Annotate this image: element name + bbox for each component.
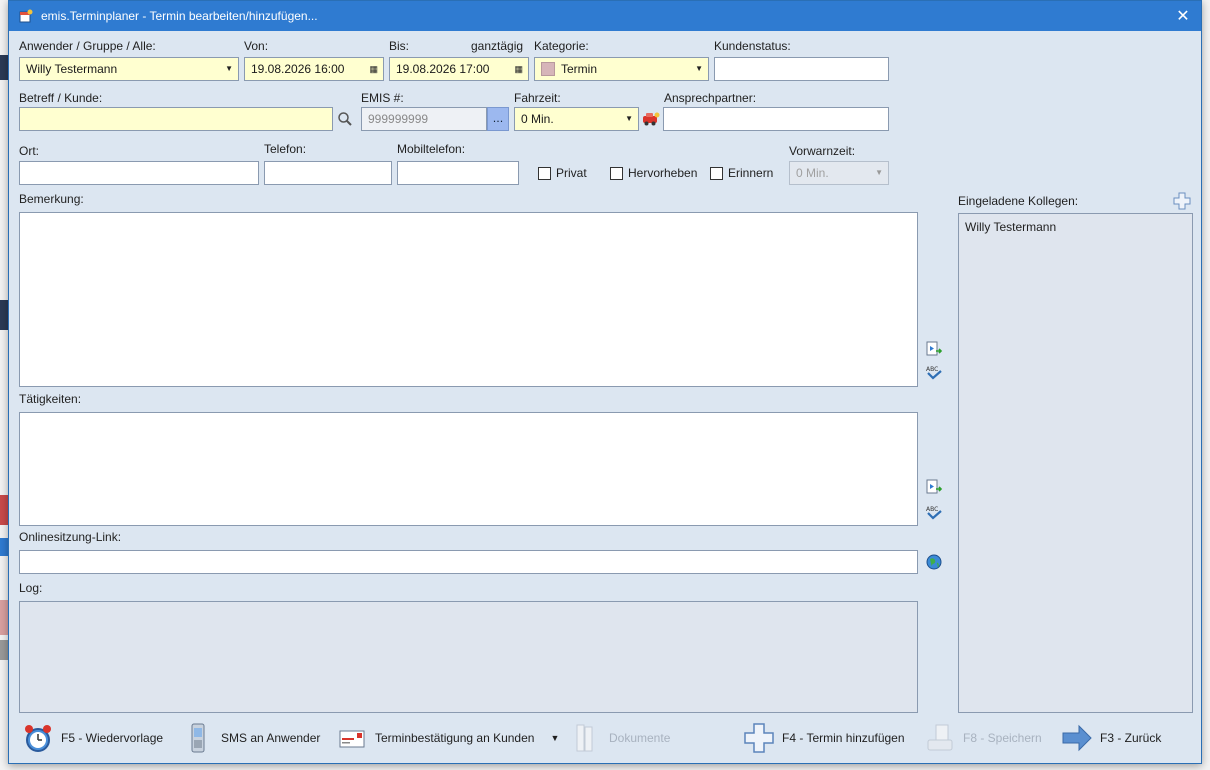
vorwarnzeit-value: 0 Min. (796, 166, 829, 180)
wiedervorlage-button[interactable]: F5 - Wiedervorlage (21, 719, 163, 757)
fahrzeit-value: 0 Min. (521, 112, 554, 126)
speichern-button[interactable]: F8 - Speichern (923, 719, 1042, 757)
dokumente-label: Dokumente (609, 731, 671, 745)
privat-label[interactable]: Privat (556, 166, 587, 180)
vorwarnzeit-label: Vorwarnzeit: (789, 144, 856, 158)
von-label: Von: (244, 39, 269, 53)
von-datetime[interactable]: 19.08.2026 16:00 ▦ (244, 57, 384, 81)
bemerkung-textarea[interactable] (19, 212, 918, 387)
kollegen-list[interactable]: Willy Testermann (958, 213, 1193, 713)
telefon-label: Telefon: (264, 142, 307, 156)
emis-label: EMIS #: (361, 91, 404, 105)
mail-letter-icon (339, 730, 365, 748)
betreff-input[interactable] (19, 107, 333, 131)
hervorheben-label[interactable]: Hervorheben (628, 166, 697, 180)
ansprechpartner-label: Ansprechpartner: (664, 91, 757, 105)
hervorheben-checkbox[interactable] (610, 167, 623, 180)
zurueck-button[interactable]: F3 - Zurück (1060, 719, 1161, 757)
category-color-swatch (541, 61, 555, 76)
terminbestaetigung-button[interactable]: Terminbestätigung an Kunden ▼ (335, 719, 559, 757)
chevron-down-icon: ▼ (875, 168, 883, 177)
kundenstatus-field[interactable] (714, 57, 889, 81)
privat-checkbox[interactable] (538, 167, 551, 180)
log-label: Log: (19, 581, 43, 595)
dokumente-button[interactable]: Dokumente (569, 719, 670, 757)
close-icon[interactable]: ✕ (1173, 6, 1193, 26)
window-title: emis.Terminplaner - Termin bearbeiten/hi… (41, 9, 318, 23)
von-value: 19.08.2026 16:00 (251, 62, 345, 76)
spellcheck-icon[interactable]: ABC (925, 364, 943, 382)
svg-text:ABC: ABC (926, 506, 938, 513)
terminbestaetigung-label: Terminbestätigung an Kunden (375, 731, 535, 745)
plus-icon (744, 723, 774, 753)
car-icon[interactable] (642, 111, 660, 127)
calendar-icon[interactable]: ▦ (369, 58, 378, 80)
kundenstatus-label: Kundenstatus: (714, 39, 791, 53)
save-disk-icon (927, 724, 953, 751)
app-icon (19, 9, 33, 23)
ganztaegig-label[interactable]: ganztägig (471, 39, 523, 53)
taetigkeiten-label: Tätigkeiten: (19, 392, 82, 406)
eingeladene-label: Eingeladene Kollegen: (958, 194, 1079, 208)
erinnern-checkbox[interactable] (710, 167, 723, 180)
betreff-label: Betreff / Kunde: (19, 91, 103, 105)
add-colleague-icon[interactable] (1173, 192, 1191, 210)
emis-input[interactable]: 999999999 (361, 107, 487, 131)
mobiltelefon-input[interactable] (397, 161, 519, 185)
taetigkeiten-textarea[interactable] (19, 412, 918, 526)
telefon-input[interactable] (264, 161, 392, 185)
chevron-down-icon: ▼ (225, 64, 233, 73)
mobile-phone-icon (191, 723, 205, 753)
dialog-window: emis.Terminplaner - Termin bearbeiten/hi… (8, 0, 1202, 764)
termin-hinzufuegen-button[interactable]: F4 - Termin hinzufügen (742, 719, 905, 757)
bis-datetime[interactable]: 19.08.2026 17:00 ▦ (389, 57, 529, 81)
chevron-down-icon[interactable]: ▼ (550, 733, 559, 743)
vorwarnzeit-select[interactable]: 0 Min. ▼ (789, 161, 889, 185)
sms-label: SMS an Anwender (221, 731, 321, 745)
kategorie-select[interactable]: Termin ▼ (534, 57, 709, 81)
anwender-label: Anwender / Gruppe / Alle: (19, 39, 156, 53)
list-item[interactable]: Willy Testermann (965, 220, 1056, 234)
ort-label: Ort: (19, 144, 39, 158)
chevron-down-icon: ▼ (625, 114, 633, 123)
kategorie-label: Kategorie: (534, 39, 589, 53)
mobiltelefon-label: Mobiltelefon: (397, 142, 466, 156)
wiedervorlage-label: F5 - Wiedervorlage (61, 731, 164, 745)
calendar-icon[interactable]: ▦ (514, 58, 523, 80)
fahrzeit-label: Fahrzeit: (514, 91, 561, 105)
arrow-right-icon (1062, 724, 1092, 752)
log-area (19, 601, 918, 713)
kategorie-value: Termin (561, 62, 598, 76)
ort-input[interactable] (19, 161, 259, 185)
svg-text:ABC: ABC (926, 366, 938, 373)
title-bar: emis.Terminplaner - Termin bearbeiten/hi… (9, 1, 1201, 31)
folder-icon (576, 724, 593, 752)
emis-browse-button[interactable]: ... (487, 107, 509, 131)
ansprechpartner-input[interactable] (663, 107, 889, 131)
termin-hinzufuegen-label: F4 - Termin hinzufügen (782, 731, 905, 745)
anwender-value: Willy Testermann (26, 62, 118, 76)
bis-label: Bis: (389, 39, 410, 53)
insert-text-icon[interactable] (925, 340, 943, 358)
zurueck-label: F3 - Zurück (1100, 731, 1162, 745)
fahrzeit-select[interactable]: 0 Min. ▼ (514, 107, 639, 131)
spellcheck-icon[interactable]: ABC (925, 504, 943, 522)
onlinesitzung-label: Onlinesitzung-Link: (19, 530, 122, 544)
search-icon[interactable] (337, 111, 353, 127)
onlinesitzung-input[interactable] (19, 550, 918, 574)
bemerkung-label: Bemerkung: (19, 192, 84, 206)
alarm-clock-icon (25, 725, 51, 752)
erinnern-label[interactable]: Erinnern (728, 166, 773, 180)
insert-text-icon[interactable] (925, 478, 943, 496)
globe-icon[interactable] (925, 553, 943, 571)
chevron-down-icon: ▼ (695, 64, 703, 73)
sms-button[interactable]: SMS an Anwender (181, 719, 320, 757)
anwender-select[interactable]: Willy Testermann ▼ (19, 57, 239, 81)
bis-value: 19.08.2026 17:00 (396, 62, 490, 76)
speichern-label: F8 - Speichern (963, 731, 1042, 745)
